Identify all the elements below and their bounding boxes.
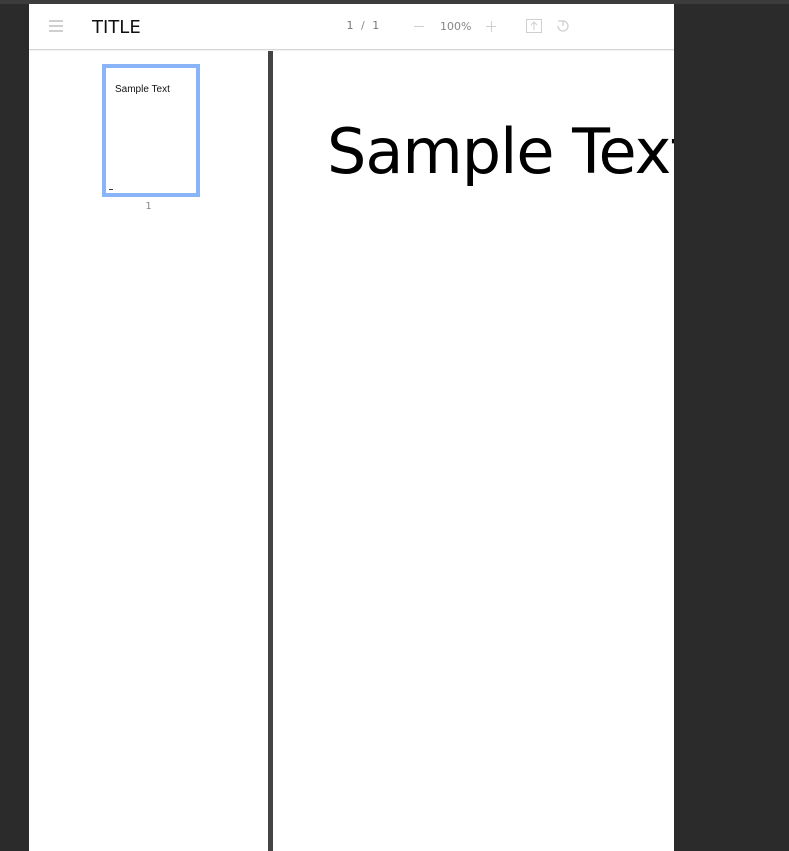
page-indicator: 1 / 1 xyxy=(345,19,381,32)
zoom-out-button[interactable] xyxy=(412,16,426,36)
thumbnail-text: Sample Text xyxy=(115,84,170,95)
total-pages: 1 xyxy=(372,19,380,32)
thumbnail-sidebar: Sample Text 1 xyxy=(29,51,268,851)
thumbnail-mark xyxy=(109,189,113,190)
document-page: Sample Text xyxy=(273,51,674,851)
page-thumbnail[interactable]: Sample Text xyxy=(102,64,200,197)
zoom-level[interactable]: 100% xyxy=(440,20,471,33)
fit-to-page-icon[interactable] xyxy=(526,18,542,33)
rotate-icon[interactable] xyxy=(555,18,571,34)
pdf-viewer: TITLE 1/1 100% Sample Text 1 Sample Text xyxy=(29,4,674,851)
page-text: Sample Text xyxy=(327,115,674,188)
zoom-in-button[interactable] xyxy=(484,16,498,36)
document-title: TITLE xyxy=(92,17,141,38)
current-page-input[interactable]: 1 xyxy=(345,19,355,32)
toolbar: TITLE 1 / 1 100% xyxy=(29,4,674,50)
hamburger-menu-icon[interactable] xyxy=(49,20,63,32)
thumbnail-page-number: 1 xyxy=(145,201,152,212)
page-separator: / xyxy=(361,19,365,32)
